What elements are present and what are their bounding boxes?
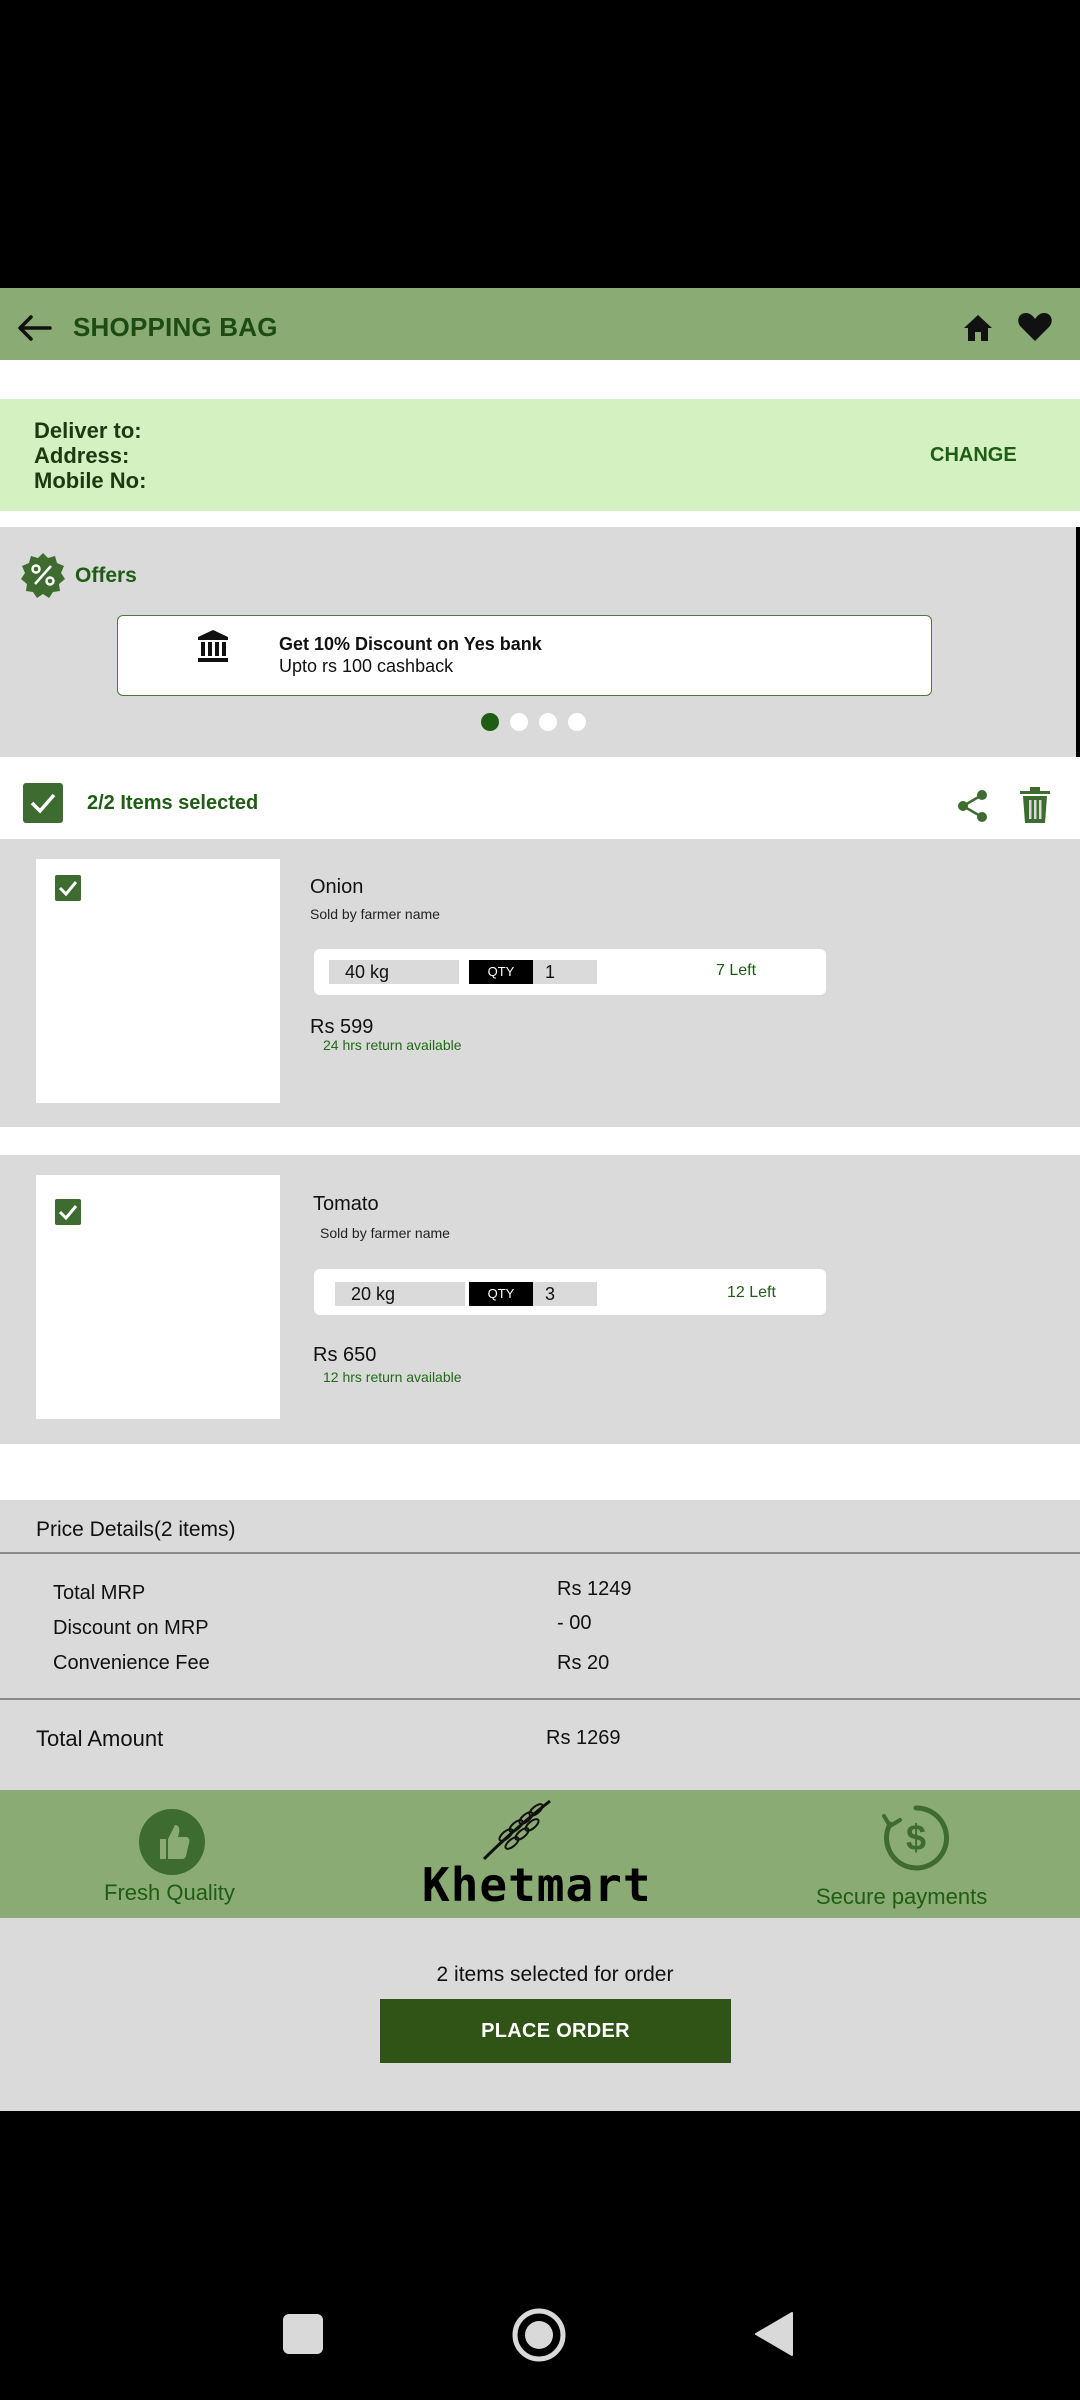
place-order-button[interactable]: PLACE ORDER [380,1999,731,2063]
carousel-dot[interactable] [568,713,586,731]
qty-label: QTY [469,1282,533,1306]
checkmark-icon [30,793,56,814]
change-address-button[interactable]: CHANGE [930,444,1017,467]
thumbs-up-icon [139,1809,205,1875]
page-title: SHOPPING BAG [73,312,278,342]
product-name: Onion [310,876,364,898]
weight-select[interactable]: 20 kg [335,1282,465,1306]
share-icon [958,790,987,822]
total-mrp-value: Rs 1249 [557,1578,632,1600]
back-nav-button[interactable] [754,2311,794,2357]
secure-payment-icon: $ [880,1802,952,1874]
item-checkbox[interactable] [55,875,81,901]
convenience-fee-label: Convenience Fee [53,1652,210,1674]
brand-logo: Khetmart [422,1858,652,1912]
delivery-panel [0,399,1080,511]
wheat-logo-icon [476,1797,556,1863]
price-details-title: Price Details(2 items) [36,1518,236,1541]
total-amount-label: Total Amount [36,1726,164,1751]
stock-left: 7 Left [716,962,757,979]
spacer [0,1444,1080,1500]
address-label: Address: [34,443,130,468]
select-all-checkbox[interactable] [23,783,63,823]
divider [0,1698,1080,1700]
deliver-to-label: Deliver to: [34,418,142,443]
heart-icon [1018,313,1052,341]
checkmark-icon [58,881,78,897]
convenience-fee-value: Rs 20 [557,1652,610,1674]
item-price: Rs 650 [313,1344,377,1366]
home-nav-button[interactable] [512,2308,566,2362]
seller-name: Sold by farmer name [310,906,440,922]
return-policy: 24 hrs return available [323,1037,462,1053]
bank-icon [196,628,230,664]
discount-label: Discount on MRP [53,1617,209,1639]
carousel-dot-active[interactable] [481,713,499,731]
home-circle-icon [512,2308,566,2362]
carousel-dot[interactable] [539,713,557,731]
spacer [0,1127,1080,1155]
item-price: Rs 599 [310,1016,374,1038]
home-button[interactable] [958,308,998,348]
discount-value: - 00 [557,1612,592,1634]
wishlist-button[interactable] [1015,306,1055,346]
items-selected-label: 2/2 Items selected [87,792,259,814]
offers-title: Offers [75,564,137,587]
back-button[interactable] [12,306,56,350]
delete-button[interactable] [1018,786,1052,824]
mobile-label: Mobile No: [34,468,147,493]
secure-payments-label: Secure payments [816,1884,988,1909]
offer-badge-icon [20,552,66,598]
checkmark-icon [58,1205,78,1221]
return-policy: 12 hrs return available [323,1369,462,1385]
recent-apps-button[interactable] [283,2314,323,2354]
triangle-back-icon [755,2312,793,2356]
carousel-dot[interactable] [510,713,528,731]
offer-title: Get 10% Discount on Yes bank [279,634,542,654]
arrow-left-icon [18,315,52,341]
order-count-text: 2 items selected for order [436,1963,674,1986]
fresh-quality-label: Fresh Quality [104,1880,235,1905]
seller-name: Sold by farmer name [320,1225,450,1241]
stock-left: 12 Left [727,1284,776,1301]
spacer [0,360,1080,399]
weight-select[interactable]: 40 kg [329,960,459,984]
offer-subtitle: Upto rs 100 cashback [279,656,454,676]
offer-card[interactable] [117,615,932,696]
total-mrp-label: Total MRP [53,1582,146,1604]
total-amount-value: Rs 1269 [546,1727,621,1749]
trash-icon [1020,787,1050,823]
qty-select[interactable]: 3 [533,1282,597,1306]
share-button[interactable] [955,788,991,824]
home-icon [964,315,992,341]
svg-text:$: $ [906,1817,926,1858]
qty-select[interactable]: 1 [533,960,597,984]
item-checkbox[interactable] [55,1199,81,1225]
qty-label: QTY [469,960,533,984]
divider [0,1552,1080,1554]
spacer [0,511,1080,527]
product-name: Tomato [313,1193,379,1215]
